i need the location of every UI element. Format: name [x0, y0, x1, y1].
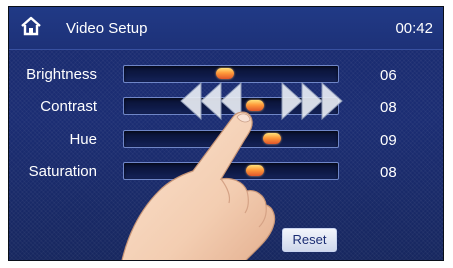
- brightness-label: Brightness: [26, 66, 97, 83]
- saturation-label: Saturation: [28, 163, 97, 180]
- contrast-label: Contrast: [40, 98, 97, 115]
- reset-button[interactable]: Reset: [282, 228, 337, 252]
- hue-value: 09: [380, 132, 397, 149]
- brightness-value: 06: [380, 67, 397, 84]
- contrast-value: 08: [380, 99, 397, 116]
- page-title: Video Setup: [66, 20, 148, 37]
- saturation-value: 08: [380, 164, 397, 181]
- home-icon[interactable]: [20, 15, 42, 37]
- pointing-hand-icon: [121, 111, 276, 260]
- clock: 00:42: [395, 20, 433, 37]
- top-bar: Video Setup 00:42: [9, 7, 443, 50]
- brightness-slider-knob[interactable]: [216, 68, 234, 79]
- hue-label: Hue: [69, 131, 97, 148]
- video-setup-screen: Video Setup 00:42 Brightness 06 Contrast…: [8, 6, 444, 261]
